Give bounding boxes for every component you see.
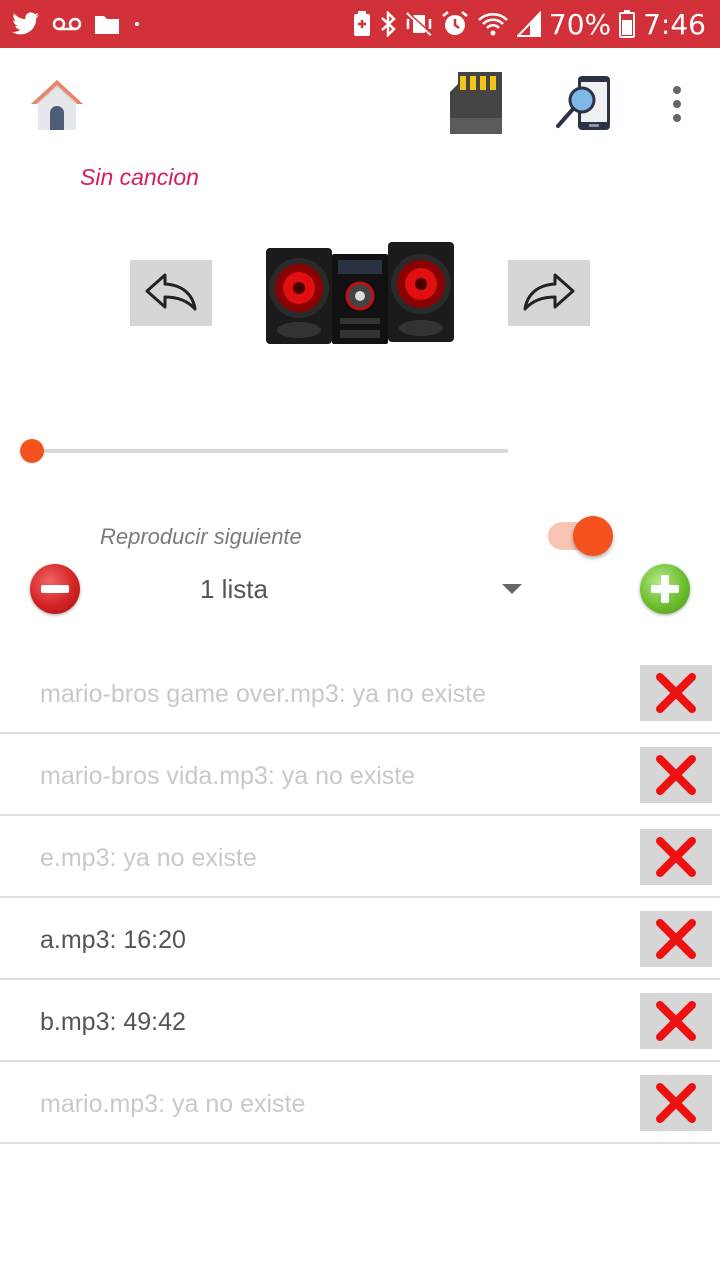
seek-bar-thumb[interactable] (20, 439, 44, 463)
song-row[interactable]: mario.mp3: ya no existe (0, 1062, 720, 1144)
sd-card-icon (450, 72, 502, 134)
close-x-icon (656, 837, 696, 877)
plus-icon-vertical (661, 575, 669, 603)
song-row[interactable]: e.mp3: ya no existe (0, 816, 720, 898)
stereo-system-icon (266, 242, 454, 344)
song-item-text: a.mp3: 16:20 (40, 926, 186, 954)
phone-search-button[interactable] (554, 74, 614, 134)
more-vert-icon (673, 86, 681, 122)
redo-arrow-icon (523, 273, 575, 311)
status-bar: 70% 7:46 (0, 0, 720, 48)
autoplay-label: Reproducir siguiente (100, 524, 302, 549)
song-row[interactable]: mario-bros vida.mp3: ya no existe (0, 734, 720, 816)
playlist-dropdown[interactable]: 1 lista (120, 566, 530, 612)
home-button[interactable] (28, 76, 86, 134)
bluetooth-icon (381, 11, 396, 37)
undo-arrow-icon (145, 273, 197, 311)
more-options-button[interactable] (660, 84, 694, 124)
wifi-icon (478, 13, 508, 36)
add-playlist-button[interactable] (640, 564, 690, 614)
seek-bar-track[interactable] (32, 449, 508, 453)
vibrate-off-icon (406, 12, 433, 36)
song-item-text: mario-bros vida.mp3: ya no existe (40, 762, 416, 790)
delete-song-button[interactable] (640, 993, 712, 1049)
song-row[interactable]: a.mp3: 16:20 (0, 898, 720, 980)
delete-song-button[interactable] (640, 747, 712, 803)
delete-song-button[interactable] (640, 911, 712, 967)
song-item-text: b.mp3: 49:42 (40, 1008, 186, 1036)
current-song-title: Sin cancion (80, 164, 199, 190)
close-x-icon (656, 919, 696, 959)
delete-song-button[interactable] (640, 1075, 712, 1131)
song-item-text: mario-bros game over.mp3: ya no existe (40, 680, 487, 708)
home-icon (31, 80, 83, 130)
close-x-icon (656, 755, 696, 795)
folder-icon (95, 16, 119, 34)
phone-search-icon (556, 76, 610, 130)
previous-button[interactable] (130, 260, 212, 326)
remove-playlist-button[interactable] (30, 564, 80, 614)
song-item-text: mario.mp3: ya no existe (40, 1090, 306, 1118)
twitter-icon (12, 12, 39, 35)
close-x-icon (656, 673, 696, 713)
battery-icon (619, 10, 636, 38)
delete-song-button[interactable] (640, 665, 712, 721)
dot-icon (135, 22, 139, 26)
song-row[interactable]: mario-bros game over.mp3: ya no existe (0, 652, 720, 734)
clock: 7:46 (643, 7, 706, 41)
battery-percent: 70% (548, 7, 612, 41)
playlist-selected-value: 1 lista (200, 574, 268, 604)
close-x-icon (656, 1001, 696, 1041)
dropdown-caret-icon (502, 584, 522, 594)
song-row[interactable]: b.mp3: 49:42 (0, 980, 720, 1062)
song-item-text: e.mp3: ya no existe (40, 844, 257, 872)
autoplay-switch-thumb[interactable] (573, 516, 613, 556)
voicemail-icon (52, 17, 82, 31)
delete-song-button[interactable] (640, 829, 712, 885)
signal-icon (516, 11, 541, 37)
next-button[interactable] (508, 260, 590, 326)
minus-icon (41, 585, 69, 593)
close-x-icon (656, 1083, 696, 1123)
alarm-icon (442, 11, 468, 35)
battery-saver-icon (353, 11, 370, 36)
song-list: mario-bros game over.mp3: ya no existe m… (0, 652, 720, 1144)
sd-card-button[interactable] (446, 70, 504, 136)
